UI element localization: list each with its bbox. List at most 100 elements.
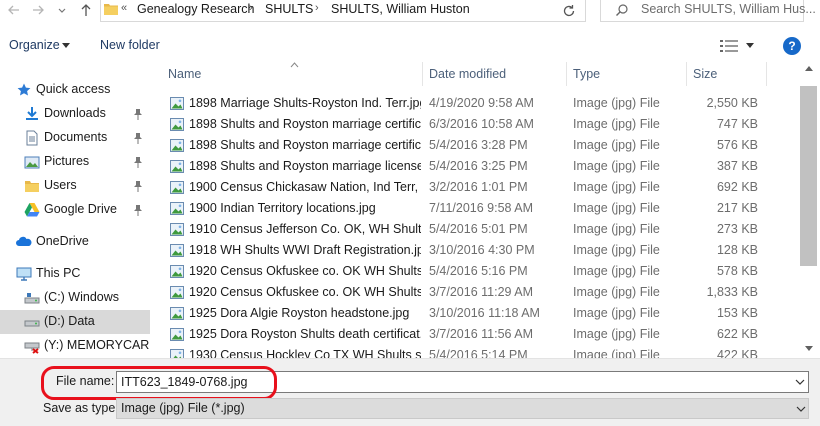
back-arrow-icon	[8, 5, 19, 15]
command-bar: Organize New folder ?	[0, 32, 820, 60]
column-header-name[interactable]: Name	[168, 67, 201, 81]
help-button[interactable]: ?	[783, 37, 801, 55]
file-date-modified: 5/4/2016 5:16 PM	[429, 264, 528, 278]
image-file-icon	[170, 97, 184, 110]
file-row[interactable]: 1925 Dora Royston Shults death certifica…	[150, 324, 800, 345]
file-size: 622 KB	[716, 327, 758, 341]
nav-item-documents[interactable]: Documents	[0, 126, 150, 150]
file-row[interactable]: 1925 Dora Algie Royston headstone.jpg 3/1…	[150, 303, 800, 324]
file-size: 1,833 KB	[706, 285, 758, 299]
file-date-modified: 3/2/2016 1:01 PM	[429, 180, 528, 194]
file-row[interactable]: 1898 Shults and Royston marriage certifi…	[150, 135, 800, 156]
folder-icon	[104, 4, 118, 15]
pin-icon[interactable]	[133, 132, 143, 144]
chevron-down-icon[interactable]	[795, 379, 805, 385]
search-box[interactable]: Search SHULTS, William Hus...	[600, 0, 816, 22]
file-row[interactable]: 1900 Census Chickasaw Nation, Ind Terr, …	[150, 177, 800, 198]
save-as-type-select[interactable]: Image (jpg) File (*.jpg)	[116, 398, 809, 419]
nav-item-quick-access[interactable]: Quick access	[0, 78, 150, 102]
column-header-date-modified[interactable]: Date modified	[429, 67, 506, 81]
chevron-down-icon[interactable]	[796, 406, 806, 412]
nav-item-c-drive[interactable]: (C:) Windows	[0, 286, 150, 310]
back-button[interactable]	[4, 0, 24, 20]
nav-label: This PC	[36, 266, 81, 280]
nav-item-onedrive[interactable]: OneDrive	[0, 230, 150, 254]
file-name: 1930 Census Hockley Co TX WH Shults s...	[189, 348, 421, 358]
file-name: 1898 Marriage Shults-Royston Ind. Terr.j…	[189, 96, 421, 110]
file-row[interactable]: 1898 Shults and Royston marriage license…	[150, 156, 800, 177]
save-options-panel: File name: Save as type: Image (jpg) Fil…	[0, 358, 820, 426]
nav-label: Users	[44, 178, 77, 192]
pin-icon[interactable]	[133, 204, 143, 216]
save-as-type-value: Image (jpg) File (*.jpg)	[121, 401, 245, 415]
column-header-type[interactable]: Type	[573, 67, 600, 81]
file-row[interactable]: 1900 Indian Territory locations.jpg 7/11/…	[150, 198, 800, 219]
file-row[interactable]: 1920 Census Okfuskee co. OK WH Shults...…	[150, 282, 800, 303]
breadcrumb-shults[interactable]: SHULTS	[265, 2, 313, 16]
image-file-icon	[170, 328, 184, 341]
file-row[interactable]: 1898 Shults and Royston marriage certifi…	[150, 114, 800, 135]
file-size: 217 KB	[716, 201, 758, 215]
file-size: 387 KB	[716, 159, 758, 173]
file-date-modified: 3/10/2016 4:30 PM	[429, 243, 535, 257]
overflow-breadcrumb[interactable]: «	[121, 2, 127, 14]
pin-icon[interactable]	[133, 180, 143, 192]
column-header-size[interactable]: Size	[693, 67, 717, 81]
breadcrumb-genealogy-research[interactable]: Genealogy Research	[137, 2, 254, 16]
file-row[interactable]: 1930 Census Hockley Co TX WH Shults s...…	[150, 345, 800, 358]
file-type: Image (jpg) File	[573, 264, 660, 278]
up-button[interactable]	[76, 0, 96, 20]
up-arrow-icon	[81, 4, 91, 16]
breadcrumb-separator-icon[interactable]: ›	[315, 2, 319, 14]
file-row[interactable]: 1920 Census Okfuskee co. OK WH Shults ..…	[150, 261, 800, 282]
file-type: Image (jpg) File	[573, 180, 660, 194]
address-bar[interactable]: « Genealogy Research › SHULTS › SHULTS, …	[100, 0, 646, 22]
column-divider[interactable]	[766, 62, 767, 86]
nav-label: Google Drive	[44, 202, 117, 216]
column-divider[interactable]	[566, 62, 567, 86]
vertical-scrollbar[interactable]	[800, 62, 818, 358]
refresh-icon[interactable]	[560, 2, 578, 20]
column-divider[interactable]	[686, 62, 687, 86]
file-size: 747 KB	[716, 117, 758, 131]
documents-icon	[26, 130, 38, 146]
breadcrumb-shults-william-huston[interactable]: SHULTS, William Huston	[331, 2, 470, 16]
image-file-icon	[170, 202, 184, 215]
file-row[interactable]: 1910 Census Jefferson Co. OK, WH Shults.…	[150, 219, 800, 240]
file-size: 576 KB	[716, 138, 758, 152]
nav-item-this-pc[interactable]: This PC	[0, 262, 150, 286]
caret-down-icon[interactable]	[62, 43, 70, 48]
scroll-down-arrow-icon[interactable]	[805, 346, 813, 351]
file-row[interactable]: 1918 WH Shults WWI Draft Registration.jp…	[150, 240, 800, 261]
nav-item-users[interactable]: Users	[0, 174, 150, 198]
image-file-icon	[170, 244, 184, 257]
pin-icon[interactable]	[133, 156, 143, 168]
file-name: 1920 Census Okfuskee co. OK WH Shults ..…	[189, 264, 421, 278]
pin-icon[interactable]	[133, 108, 143, 120]
file-row[interactable]: 1898 Marriage Shults-Royston Ind. Terr.j…	[150, 93, 800, 114]
nav-item-pictures[interactable]: Pictures	[0, 150, 150, 174]
nav-item-d-drive[interactable]: (D:) Data	[0, 310, 150, 334]
nav-label: Downloads	[44, 106, 106, 120]
file-date-modified: 7/11/2016 9:58 AM	[429, 201, 534, 215]
file-type: Image (jpg) File	[573, 201, 660, 215]
nav-item-google-drive[interactable]: Google Drive	[0, 198, 150, 222]
nav-label: OneDrive	[36, 234, 89, 248]
forward-button[interactable]	[28, 0, 48, 20]
scrollbar-thumb[interactable]	[800, 86, 817, 266]
caret-down-icon[interactable]	[746, 43, 754, 48]
organize-button[interactable]: Organize	[9, 38, 60, 52]
nav-item-y-drive[interactable]: (Y:) MEMORYCARD	[0, 334, 150, 358]
nav-item-downloads[interactable]: Downloads	[0, 102, 150, 126]
file-size: 578 KB	[716, 264, 758, 278]
details-view-icon[interactable]	[720, 40, 738, 52]
file-date-modified: 4/19/2020 9:58 AM	[429, 96, 534, 110]
new-folder-button[interactable]: New folder	[100, 38, 160, 52]
breadcrumb-separator-icon[interactable]: ›	[249, 2, 253, 14]
file-name: 1918 WH Shults WWI Draft Registration.jp…	[189, 243, 421, 257]
scroll-up-arrow-icon[interactable]	[805, 66, 813, 71]
search-placeholder[interactable]: Search SHULTS, William Hus...	[641, 2, 816, 16]
column-divider[interactable]	[422, 62, 423, 86]
recent-locations-button[interactable]	[52, 0, 72, 20]
file-name: 1925 Dora Algie Royston headstone.jpg	[189, 306, 410, 320]
